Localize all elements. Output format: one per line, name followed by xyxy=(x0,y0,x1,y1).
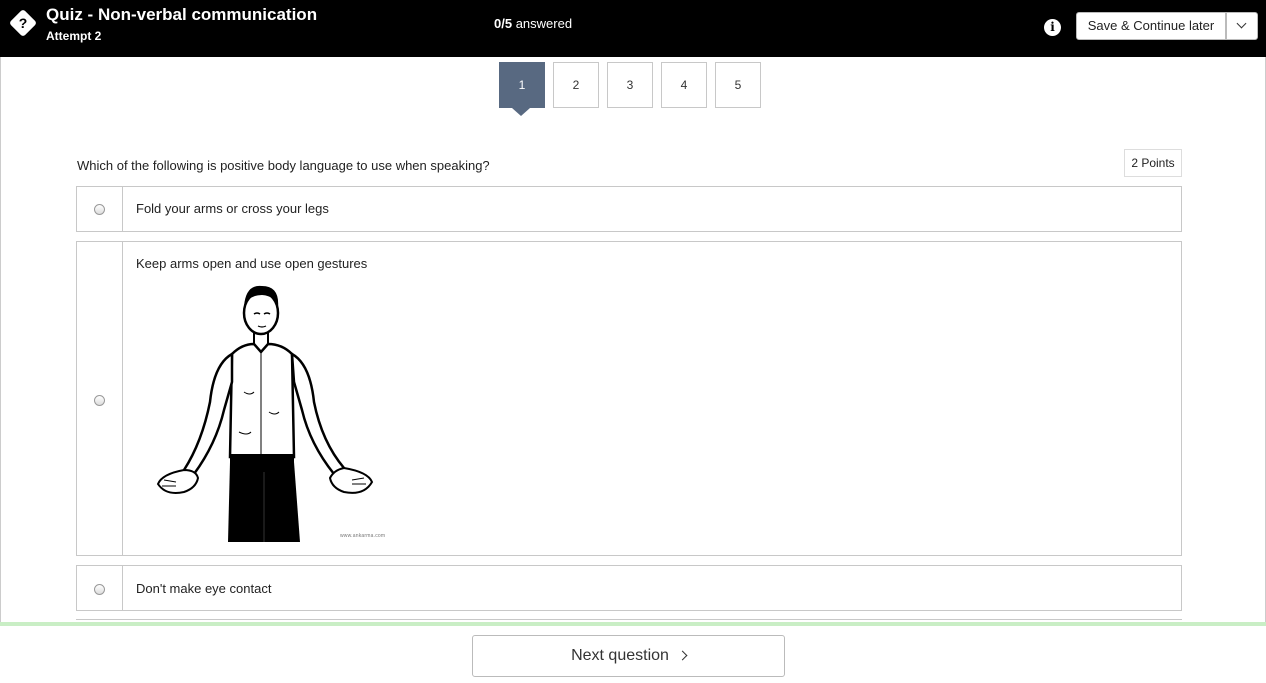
quiz-title: Quiz - Non-verbal communication xyxy=(46,5,318,24)
radio-button[interactable] xyxy=(94,204,105,215)
page-button-5[interactable]: 5 xyxy=(715,62,761,108)
quiz-footer: Next question xyxy=(0,626,1266,683)
next-question-label: Next question xyxy=(571,647,669,664)
next-question-button[interactable]: Next question xyxy=(472,635,785,677)
save-continue-later-button[interactable]: Save & Continue later xyxy=(1076,12,1226,40)
answered-label: answered xyxy=(515,16,573,31)
radio-button[interactable] xyxy=(94,584,105,595)
page-button-3[interactable]: 3 xyxy=(607,62,653,108)
quiz-icon: ? xyxy=(8,8,38,38)
page-button-4[interactable]: 4 xyxy=(661,62,707,108)
image-watermark: www.ankarma.com xyxy=(340,533,386,539)
radio-cell xyxy=(77,187,123,231)
answered-status: 0/5 answered xyxy=(494,16,572,31)
chevron-down-icon[interactable] xyxy=(1226,12,1258,40)
radio-cell xyxy=(77,242,123,555)
page-button-1[interactable]: 1 xyxy=(499,62,545,108)
next-option-edge xyxy=(76,619,1182,620)
radio-cell xyxy=(77,566,123,610)
answer-option[interactable]: Fold your arms or cross your legs xyxy=(76,186,1182,232)
option-label: Don't make eye contact xyxy=(136,581,272,596)
answered-count: 0/5 xyxy=(494,16,513,31)
quiz-header: ? Quiz - Non-verbal communication Attemp… xyxy=(0,0,1266,57)
answer-option[interactable]: Keep arms open and use open gestures www… xyxy=(76,241,1182,556)
radio-button[interactable] xyxy=(94,395,105,406)
points-badge: 2 Points xyxy=(1124,149,1182,177)
attempt-label: Attempt 2 xyxy=(46,29,102,43)
answer-option[interactable]: Don't make eye contact xyxy=(76,565,1182,611)
chevron-right-icon xyxy=(677,650,688,661)
info-icon[interactable]: i xyxy=(1044,19,1061,36)
option-label: Fold your arms or cross your legs xyxy=(136,201,329,216)
open-gesture-illustration xyxy=(156,285,374,542)
current-page-pointer xyxy=(512,108,530,116)
page-border-left xyxy=(0,57,1,683)
option-label: Keep arms open and use open gestures xyxy=(136,256,368,271)
page-button-2[interactable]: 2 xyxy=(553,62,599,108)
question-text: Which of the following is positive body … xyxy=(77,158,490,173)
